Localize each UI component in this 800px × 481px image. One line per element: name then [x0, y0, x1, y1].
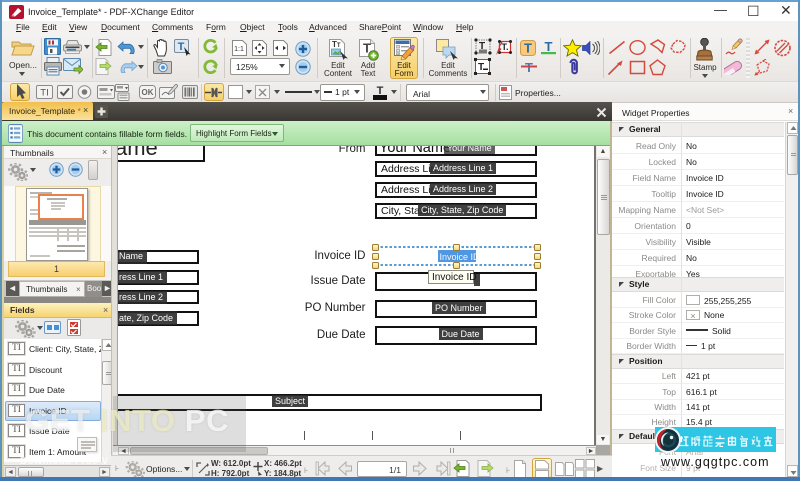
svg-text:OK: OK — [142, 88, 154, 97]
svg-text:T.: T. — [501, 42, 508, 52]
svg-text:1:1: 1:1 — [234, 46, 244, 53]
svg-text:T: T — [524, 41, 532, 56]
svg-text:T: T — [478, 62, 484, 73]
svg-text:T: T — [178, 41, 185, 53]
svg-text:T: T — [545, 40, 553, 54]
svg-text:TI: TI — [40, 88, 48, 99]
